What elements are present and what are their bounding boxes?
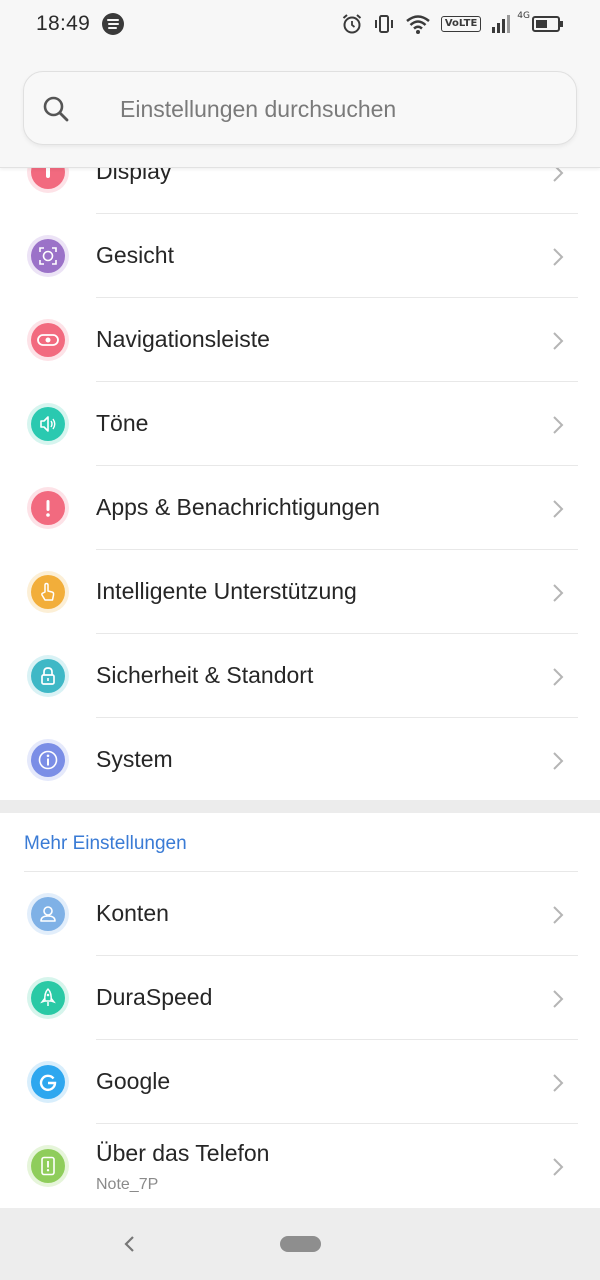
settings-item-toene[interactable]: Töne [0,382,600,466]
alert-icon [27,487,69,529]
section-divider [0,800,600,813]
chevron-right-icon [553,668,564,686]
network-type: 4G [517,11,530,21]
chevron-right-icon [553,332,564,350]
hand-pointer-icon [27,571,69,613]
back-icon[interactable] [122,1234,138,1254]
settings-item-label: Google [96,1068,171,1094]
chevron-right-icon [553,584,564,602]
chevron-right-icon [553,248,564,266]
settings-item-sicherheit[interactable]: Sicherheit & Standort [0,634,600,718]
spotify-icon [102,13,125,35]
settings-item-label: Sicherheit & Standort [96,662,314,688]
settings-item-apps[interactable]: Apps & Benachrichtigungen [0,466,600,550]
settings-item-label: Töne [96,410,149,436]
search-input[interactable]: Einstellungen durchsuchen [120,96,396,123]
settings-item-ueber-das-telefon[interactable]: Über das Telefon Note_7P [0,1124,600,1208]
settings-item-duraspeed[interactable]: DuraSpeed [0,956,600,1040]
settings-item-system[interactable]: System [0,718,600,802]
status-bar: 18:49 VoLTE 4G [0,0,600,48]
chevron-right-icon [553,1074,564,1092]
section-title-mehr-einstellungen: Mehr Einstellungen [24,833,187,854]
wifi-icon [406,15,430,34]
search-bar[interactable]: Einstellungen durchsuchen [23,71,577,145]
settings-item-label: Konten [96,900,169,926]
settings-item-label: Über das Telefon [96,1140,270,1166]
chevron-right-icon [553,1158,564,1176]
home-pill-button[interactable] [280,1236,321,1252]
navigation-bar-icon [27,319,69,361]
settings-item-label: Intelligente Unterstützung [96,578,357,604]
volte-badge: VoLTE [440,16,482,32]
info-icon [27,739,69,781]
chevron-right-icon [553,752,564,770]
settings-item-navigationsleiste[interactable]: Navigationsleiste [0,298,600,382]
google-icon [27,1061,69,1103]
battery-icon [532,16,563,32]
settings-item-konten[interactable]: Konten [0,872,600,956]
chevron-right-icon [553,906,564,924]
settings-item-intelligente-unterstuetzung[interactable]: Intelligente Unterstützung [0,550,600,634]
vibrate-icon [374,15,393,33]
face-icon [27,235,69,277]
account-icon [27,893,69,935]
rocket-icon [27,977,69,1019]
settings-item-label: Gesicht [96,242,174,268]
alarm-icon [342,14,362,34]
device-model-label: Note_7P [96,1176,159,1193]
phone-info-icon [27,1145,69,1187]
signal-icon [492,15,511,33]
settings-item-label: DuraSpeed [96,984,213,1010]
settings-item-google[interactable]: Google [0,1040,600,1124]
status-time: 18:49 [36,12,91,35]
sound-icon [27,403,69,445]
settings-item-gesicht[interactable]: Gesicht [0,214,600,298]
system-navigation-bar [0,1208,600,1280]
lock-icon [27,655,69,697]
settings-item-label: System [96,746,173,772]
chevron-right-icon [553,500,564,518]
search-header: Einstellungen durchsuchen [0,48,600,168]
chevron-right-icon [553,416,564,434]
settings-item-label: Apps & Benachrichtigungen [96,494,380,520]
chevron-right-icon [553,990,564,1008]
settings-item-label: Navigationsleiste [96,326,270,352]
search-icon [43,96,69,122]
